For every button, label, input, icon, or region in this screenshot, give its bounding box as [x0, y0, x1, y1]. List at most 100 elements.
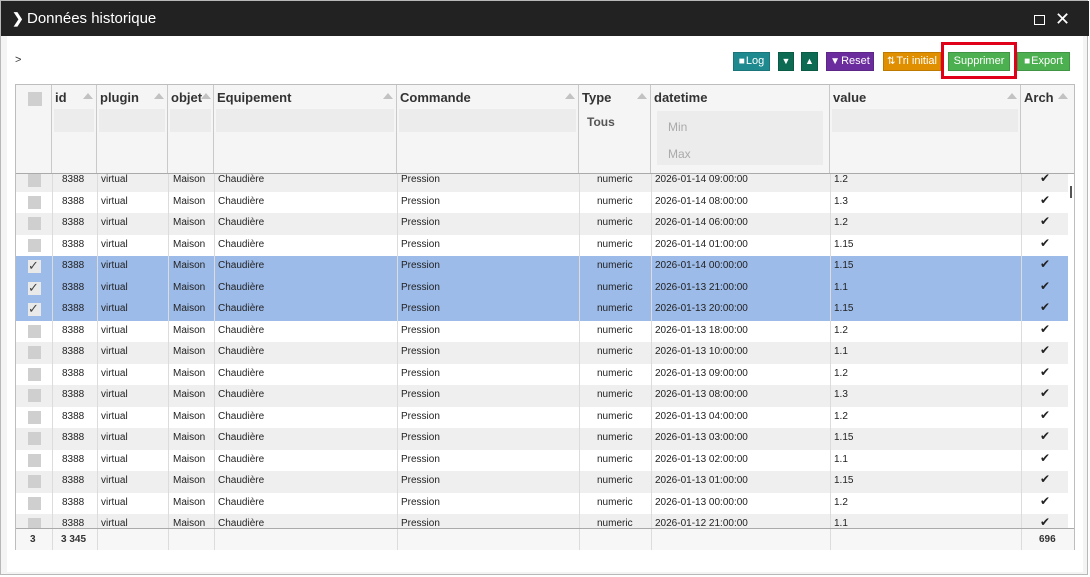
table-row[interactable]: 8388 virtual Maison Chaudière Pression numeri…: [16, 428, 1068, 450]
cell-equipement: Chaudière: [218, 346, 265, 357]
header-commande[interactable]: Commande: [397, 85, 579, 173]
cell-objet: Maison: [173, 217, 206, 228]
table-body[interactable]: 8388 virtual Maison Chaudière Pression numeri…: [16, 174, 1074, 528]
table-row[interactable]: 8388 virtual Maison Chaudière Pression numeri…: [16, 471, 1068, 493]
archived-check-icon: ✔: [1040, 493, 1051, 508]
row-checkbox[interactable]: [28, 389, 41, 402]
datetime-max-input[interactable]: Max: [668, 147, 691, 161]
header-type[interactable]: Type Tous: [579, 85, 651, 173]
type-filter-select[interactable]: Tous: [587, 115, 615, 129]
header-plugin[interactable]: plugin: [97, 85, 168, 173]
table-row[interactable]: 8388 virtual Maison Chaudière Pression numeri…: [16, 514, 1068, 528]
table-row[interactable]: 8388 virtual Maison Chaudière Pression numeri…: [16, 174, 1068, 192]
header-value[interactable]: value: [830, 85, 1021, 173]
cell-commande: Pression: [401, 367, 440, 379]
row-checkbox[interactable]: [28, 518, 41, 528]
cell-commande: Pression: [401, 453, 440, 465]
initial-sort-button[interactable]: ⇅Tri initial: [883, 52, 941, 71]
double-chevron-down-icon: ▼: [781, 56, 791, 66]
datetime-min-input[interactable]: Min: [668, 120, 687, 134]
row-checkbox[interactable]: [28, 174, 41, 187]
header-objet[interactable]: objet: [168, 85, 214, 173]
row-checkbox[interactable]: ✓: [28, 280, 41, 295]
cell-type: numeric: [597, 346, 633, 357]
cell-id: 8388: [62, 367, 85, 379]
row-checkbox[interactable]: [28, 410, 41, 424]
table-row[interactable]: ✓ 8388 virtual Maison Chaudière Pression numer…: [16, 299, 1068, 321]
cell-type: numeric: [597, 281, 633, 293]
table-row[interactable]: ✓ 8388 virtual Maison Chaudière Pression numer…: [16, 277, 1068, 299]
header-equipement[interactable]: Equipement: [214, 85, 397, 173]
row-checkbox[interactable]: [28, 453, 41, 467]
row-checkbox[interactable]: ✓: [28, 258, 41, 273]
row-checkbox[interactable]: [28, 432, 41, 445]
row-checkbox[interactable]: [28, 238, 41, 252]
table-row[interactable]: 8388 virtual Maison Chaudière Pression numeri…: [16, 234, 1068, 256]
cell-plugin: virtual: [101, 475, 128, 486]
highlight-box: [941, 42, 1017, 79]
filter-id-input[interactable]: [54, 109, 94, 132]
archived-check-icon: ✔: [1040, 321, 1051, 336]
row-checkbox[interactable]: [28, 217, 41, 230]
header-arch[interactable]: Arch: [1021, 85, 1074, 173]
table-row[interactable]: 8388 virtual Maison Chaudière Pression numeri…: [16, 363, 1068, 385]
archived-check-icon: ✔: [1040, 278, 1051, 293]
reset-filter-button[interactable]: ▼Reset: [826, 52, 874, 71]
header-datetime[interactable]: datetime Min Max: [651, 85, 830, 173]
table-row[interactable]: 8388 virtual Maison Chaudière Pression numeri…: [16, 385, 1068, 407]
table-row[interactable]: 8388 virtual Maison Chaudière Pression numeri…: [16, 213, 1068, 235]
select-all-checkbox[interactable]: [28, 92, 42, 106]
cell-objet: Maison: [173, 281, 206, 293]
cell-id: 8388: [62, 432, 85, 443]
row-checkbox[interactable]: [28, 195, 41, 209]
table-row[interactable]: 8388 virtual Maison Chaudière Pression numeri…: [16, 342, 1068, 364]
archived-check-icon: ✔: [1040, 343, 1051, 357]
table-row[interactable]: 8388 virtual Maison Chaudière Pression numeri…: [16, 492, 1068, 514]
filter-icon: ▼: [830, 56, 841, 67]
row-checkbox[interactable]: [28, 324, 41, 338]
cell-plugin: virtual: [101, 410, 128, 422]
table-row[interactable]: 8388 virtual Maison Chaudière Pression numeri…: [16, 449, 1068, 471]
cell-id: 8388: [62, 496, 85, 508]
header-id[interactable]: id: [52, 85, 97, 173]
filter-commande-input[interactable]: [399, 109, 576, 132]
cell-type: numeric: [597, 496, 633, 508]
cell-id: 8388: [62, 346, 85, 357]
table-row[interactable]: 8388 virtual Maison Chaudière Pression numeri…: [16, 320, 1068, 342]
table-row[interactable]: 8388 virtual Maison Chaudière Pression numeri…: [16, 191, 1068, 213]
table-row[interactable]: 8388 virtual Maison Chaudière Pression numeri…: [16, 406, 1068, 428]
cell-type: numeric: [597, 475, 633, 486]
filter-plugin-input[interactable]: [99, 109, 165, 132]
row-checkbox[interactable]: [28, 367, 41, 381]
expand-all-button[interactable]: ▼: [778, 52, 794, 71]
header-select-all[interactable]: [16, 85, 52, 173]
cell-datetime: 2026-01-13 00:00:00: [655, 496, 748, 508]
filter-objet-input[interactable]: [170, 109, 211, 132]
cell-commande: Pression: [401, 518, 440, 528]
cell-equipement: Chaudière: [218, 432, 265, 443]
scrollbar-thumb[interactable]: [1070, 186, 1072, 198]
cell-objet: Maison: [173, 432, 206, 443]
row-checkbox[interactable]: [28, 346, 41, 359]
cell-commande: Pression: [401, 496, 440, 508]
log-button[interactable]: ■Log: [733, 52, 770, 71]
cell-objet: Maison: [173, 453, 206, 465]
cell-objet: Maison: [173, 410, 206, 422]
cell-plugin: virtual: [101, 453, 128, 465]
collapse-all-button[interactable]: ▲: [801, 52, 818, 71]
history-table: id plugin objet Equipement Commande Type…: [15, 84, 1075, 550]
row-checkbox[interactable]: [28, 496, 41, 510]
maximize-icon[interactable]: [1034, 15, 1045, 25]
filter-value-input[interactable]: [832, 109, 1018, 132]
sort-icon: [1058, 93, 1068, 99]
table-row[interactable]: ✓ 8388 virtual Maison Chaudière Pression numer…: [16, 256, 1068, 278]
cell-id: 8388: [62, 174, 85, 185]
close-icon[interactable]: ✕: [1055, 10, 1070, 28]
filter-equipement-input[interactable]: [216, 109, 394, 132]
cell-value: 1.15: [834, 432, 854, 443]
export-button[interactable]: ■Export: [1017, 52, 1070, 71]
row-checkbox[interactable]: ✓: [28, 301, 41, 316]
row-checkbox[interactable]: [28, 475, 41, 488]
cell-objet: Maison: [173, 174, 206, 185]
archived-check-icon: ✔: [1040, 174, 1051, 185]
